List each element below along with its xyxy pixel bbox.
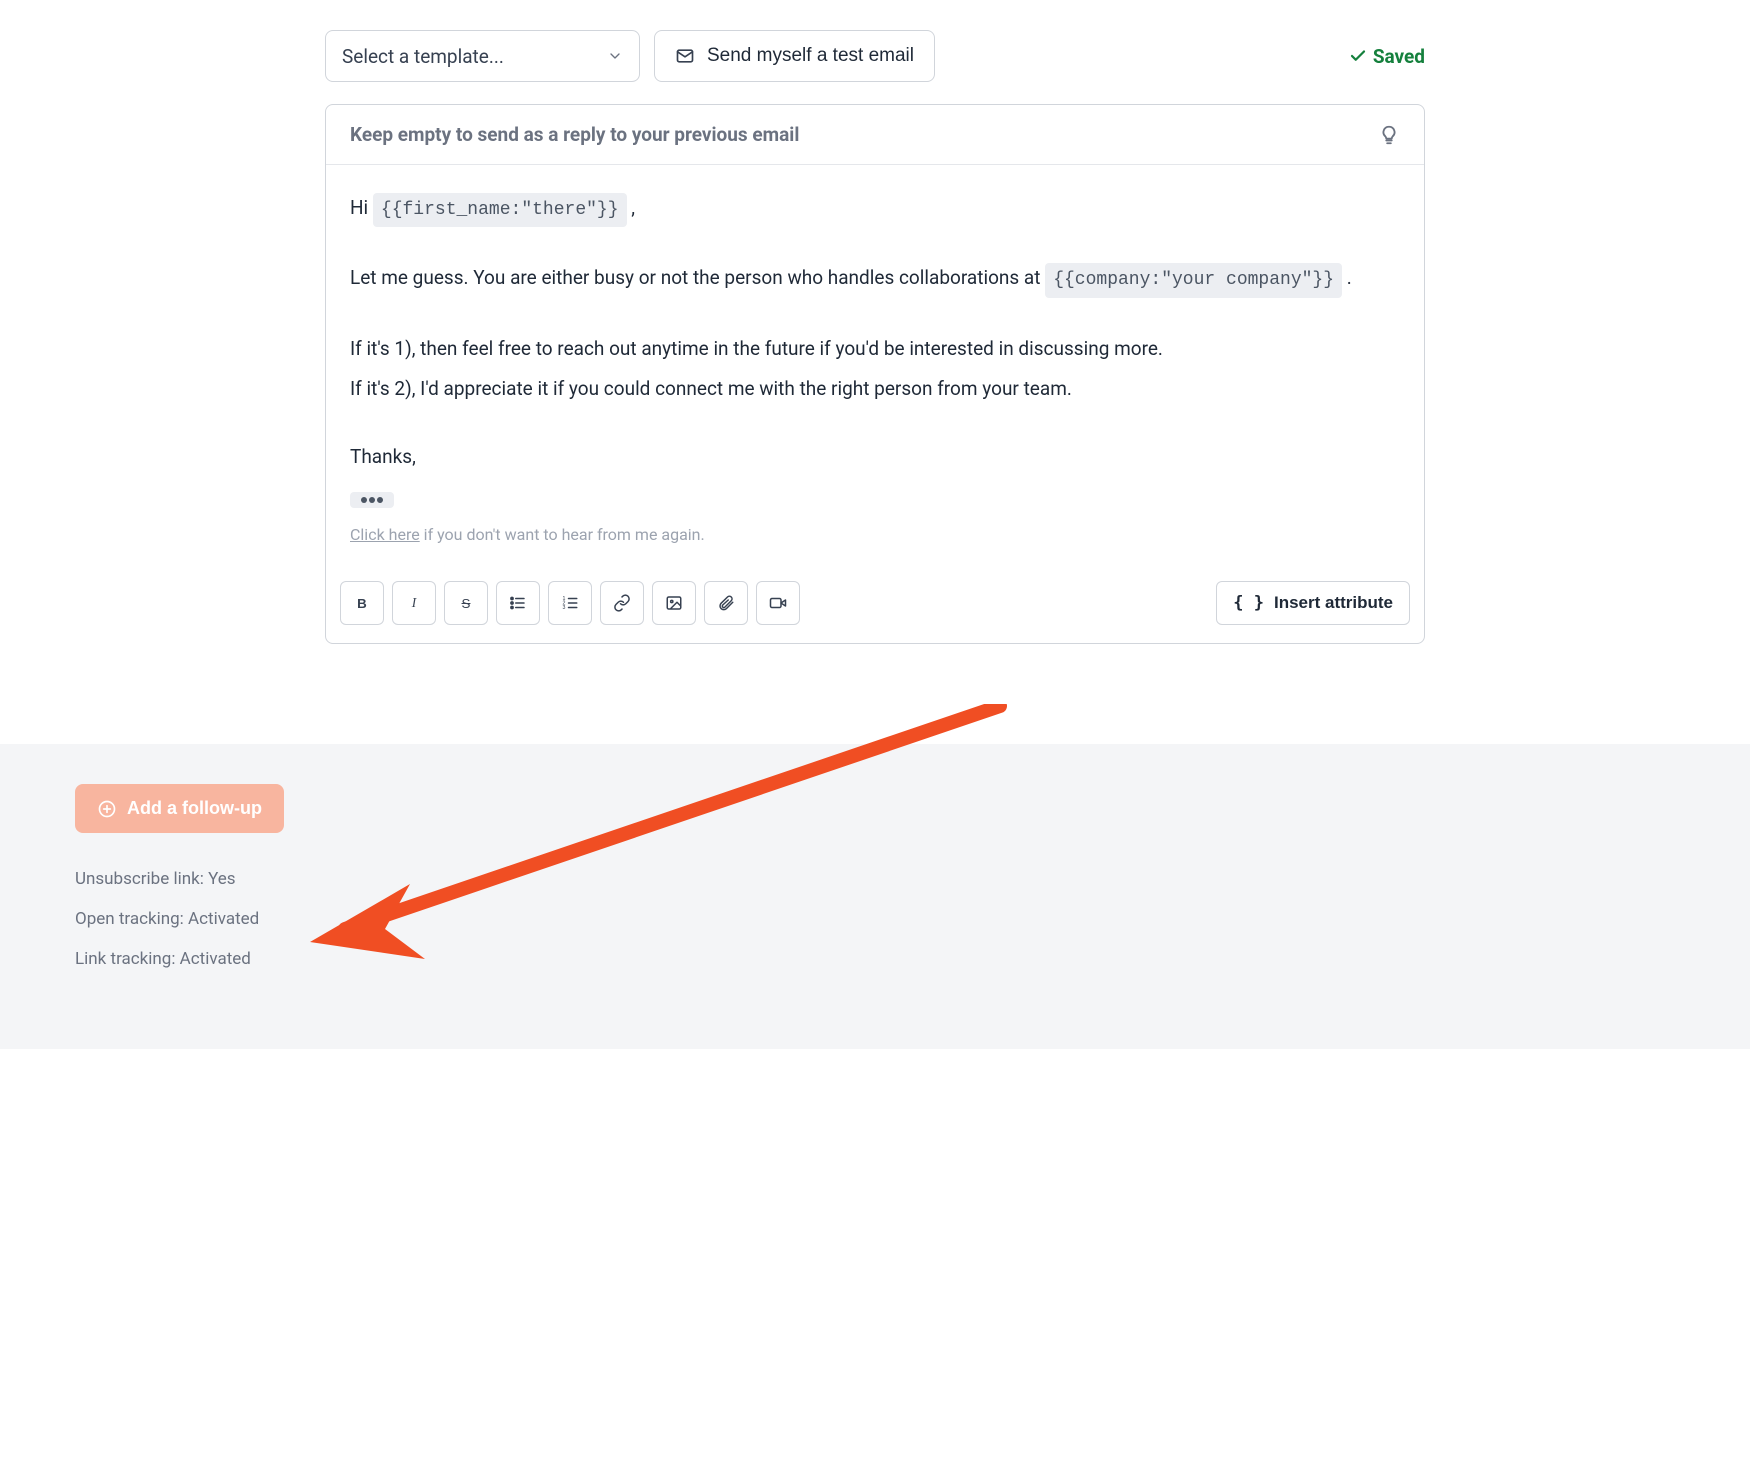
bullet-list-button[interactable]	[496, 581, 540, 625]
lightbulb-icon[interactable]	[1378, 124, 1400, 146]
setting-value: Activated	[180, 949, 251, 969]
subject-placeholder: Keep empty to send as a reply to your pr…	[350, 123, 799, 146]
image-button[interactable]	[652, 581, 696, 625]
unsubscribe-line: Click here if you don't want to hear fro…	[350, 521, 1400, 550]
braces-icon: { }	[1233, 593, 1264, 613]
saved-indicator: Saved	[1349, 45, 1425, 68]
signature-collapsed-icon[interactable]	[350, 492, 394, 508]
body-thanks: Thanks,	[350, 440, 1400, 474]
setting-value: Activated	[188, 909, 259, 929]
send-test-email-button[interactable]: Send myself a test email	[654, 30, 935, 82]
bold-icon: B	[357, 596, 367, 611]
select-template-placeholder: Select a template...	[342, 45, 504, 68]
plus-circle-icon	[97, 799, 117, 819]
strikethrough-icon: S	[462, 596, 471, 611]
top-controls: Select a template... Send myself a test …	[270, 0, 1480, 104]
video-icon	[769, 594, 787, 612]
insert-attribute-button[interactable]: { } Insert attribute	[1216, 581, 1410, 625]
setting-label: Unsubscribe link:	[75, 869, 204, 889]
body-p3: If it's 2), I'd appreciate it if you cou…	[350, 372, 1400, 406]
numbered-list-icon: 123	[561, 594, 579, 612]
tracking-settings: Unsubscribe link: Yes Open tracking: Act…	[75, 869, 1675, 969]
numbered-list-button[interactable]: 123	[548, 581, 592, 625]
send-test-label: Send myself a test email	[707, 45, 914, 67]
link-icon	[613, 594, 631, 612]
bold-button[interactable]: B	[340, 581, 384, 625]
link-button[interactable]	[600, 581, 644, 625]
subject-row[interactable]: Keep empty to send as a reply to your pr…	[326, 105, 1424, 165]
setting-unsubscribe: Unsubscribe link: Yes	[75, 869, 1675, 889]
attachment-button[interactable]	[704, 581, 748, 625]
email-editor: Keep empty to send as a reply to your pr…	[325, 104, 1425, 644]
setting-label: Link tracking:	[75, 949, 175, 969]
add-followup-button[interactable]: Add a follow-up	[75, 784, 284, 833]
italic-button[interactable]: I	[392, 581, 436, 625]
check-icon	[1349, 47, 1367, 65]
saved-label: Saved	[1373, 45, 1425, 68]
insert-attribute-label: Insert attribute	[1274, 593, 1393, 613]
setting-value: Yes	[208, 869, 235, 889]
email-body[interactable]: Hi {{first_name:"there"}} , Let me guess…	[326, 165, 1424, 569]
svg-text:3: 3	[563, 605, 566, 611]
strikethrough-button[interactable]: S	[444, 581, 488, 625]
video-button[interactable]	[756, 581, 800, 625]
first-name-tag[interactable]: {{first_name:"there"}}	[373, 193, 627, 227]
setting-label: Open tracking:	[75, 909, 184, 929]
greeting-suffix: ,	[631, 196, 635, 219]
setting-link-tracking: Link tracking: Activated	[75, 949, 1675, 969]
paperclip-icon	[717, 594, 735, 612]
greeting-prefix: Hi	[350, 196, 373, 219]
unsubscribe-link[interactable]: Click here	[350, 525, 420, 544]
image-icon	[665, 594, 683, 612]
select-template-dropdown[interactable]: Select a template...	[325, 30, 640, 82]
add-followup-label: Add a follow-up	[127, 798, 262, 819]
chevron-down-icon	[607, 48, 623, 64]
italic-icon: I	[412, 595, 416, 611]
body-p2: If it's 1), then feel free to reach out …	[350, 332, 1400, 366]
p1-suffix: .	[1347, 266, 1352, 289]
setting-open-tracking: Open tracking: Activated	[75, 909, 1675, 929]
unsubscribe-rest: if you don't want to hear from me again.	[420, 525, 705, 544]
footer-section: Add a follow-up Unsubscribe link: Yes Op…	[0, 744, 1750, 1049]
format-toolbar: B I S 123 { } Insert	[326, 569, 1424, 643]
mail-icon	[675, 46, 695, 66]
bullet-list-icon	[509, 594, 527, 612]
p1-prefix: Let me guess. You are either busy or not…	[350, 266, 1045, 289]
company-tag[interactable]: {{company:"your company"}}	[1045, 263, 1342, 297]
